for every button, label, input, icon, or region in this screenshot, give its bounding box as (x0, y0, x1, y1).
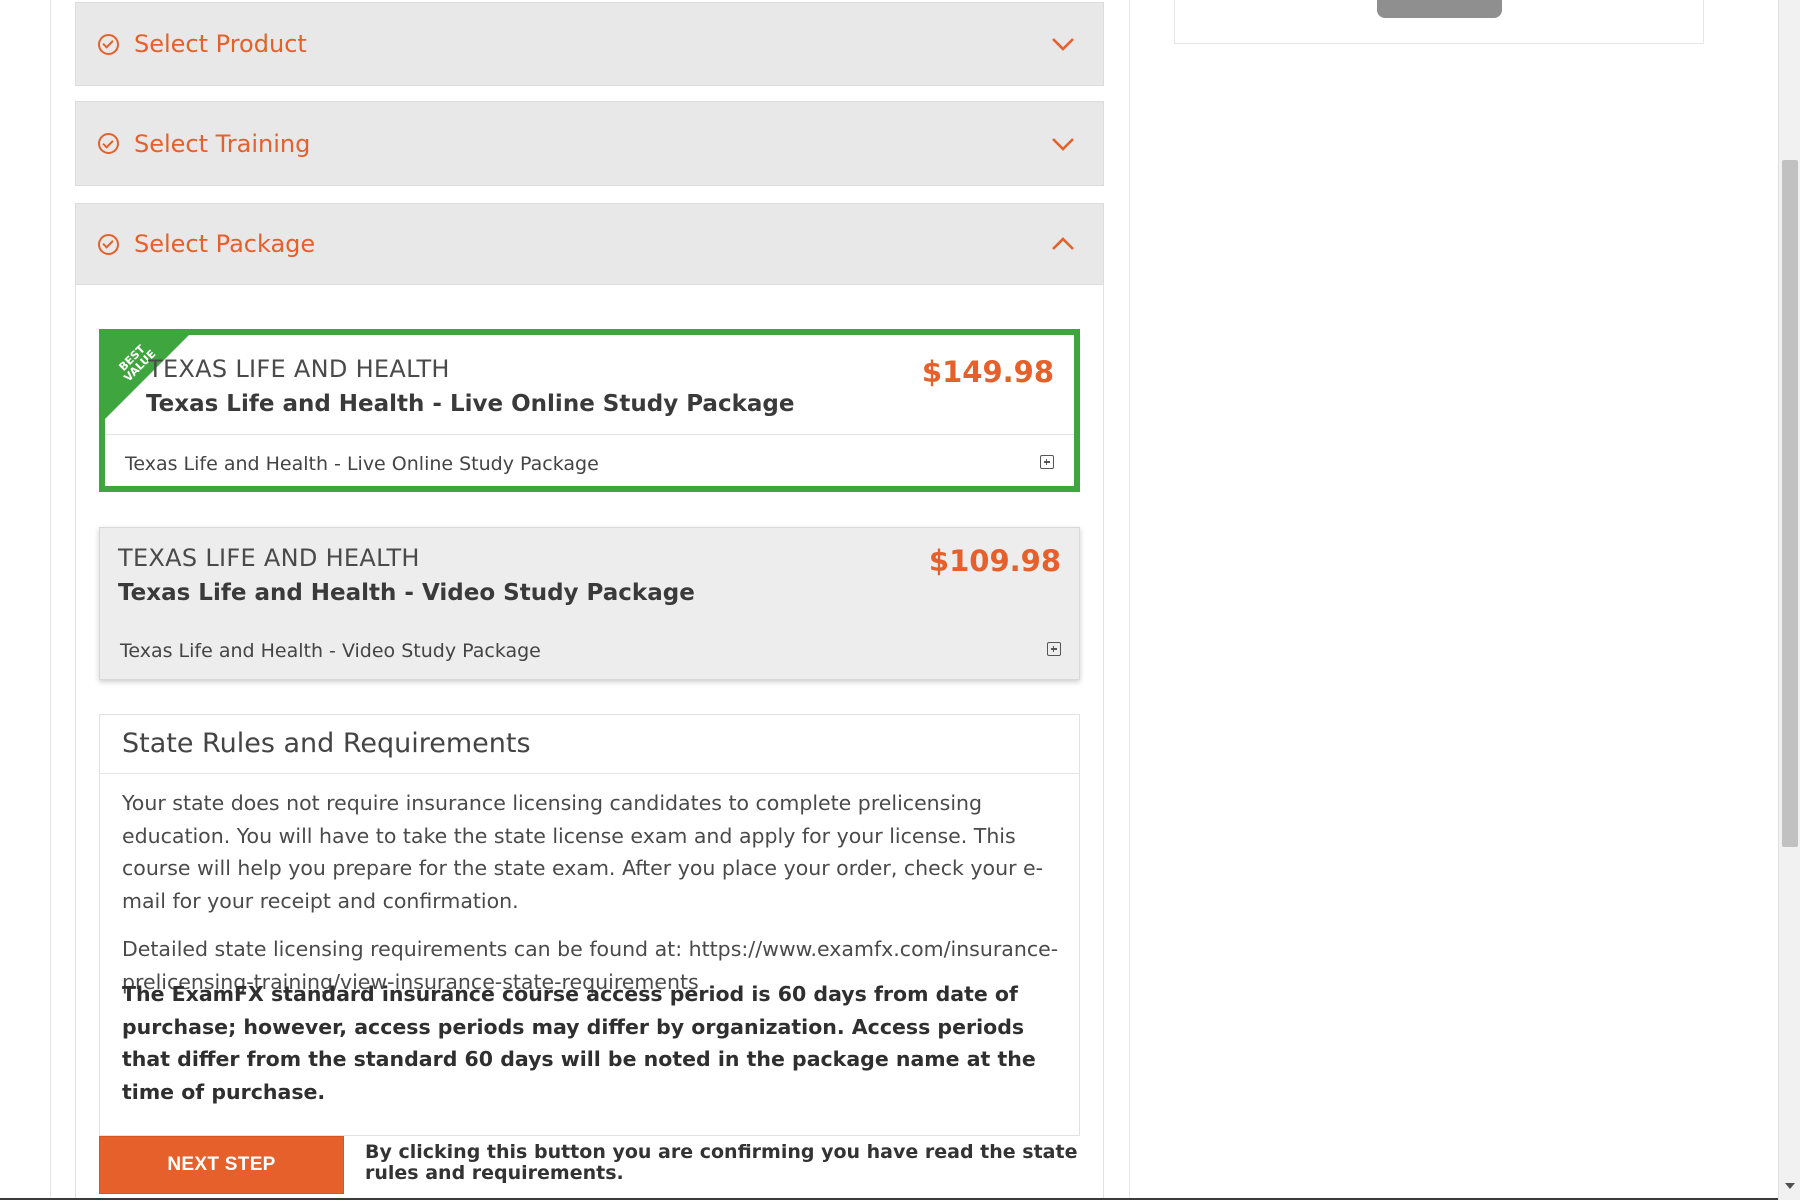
rules-title: State Rules and Requirements (122, 728, 531, 759)
package-state-label: TEXAS LIFE AND HEALTH (148, 355, 450, 383)
package-name: Texas Life and Health - Live Online Stud… (146, 391, 795, 417)
accordion-title: Select Training (134, 129, 311, 158)
chevron-down-icon[interactable] (1051, 136, 1075, 152)
accordion-select-product[interactable]: Select Product (75, 2, 1104, 86)
plus-square-icon[interactable] (1047, 642, 1061, 656)
accordion-select-training[interactable]: Select Training (75, 101, 1104, 186)
chevron-down-icon[interactable] (1051, 36, 1075, 52)
rules-access-period: The ExamFX standard insurance course acc… (122, 982, 1036, 1104)
accordion-title: Select Package (134, 230, 316, 258)
package-divider (105, 434, 1074, 435)
summary-action-button[interactable] (1377, 0, 1502, 18)
package-price: $149.98 (921, 355, 1054, 389)
accordion-title: Select Product (134, 30, 307, 58)
package-state-label: TEXAS LIFE AND HEALTH (118, 544, 420, 572)
next-step-button[interactable]: NEXT STEP (99, 1136, 344, 1194)
check-circle-icon (98, 233, 119, 255)
package-name: Texas Life and Health - Video Study Pack… (118, 580, 695, 606)
check-circle-icon (98, 33, 119, 55)
package-price: $109.98 (928, 544, 1061, 578)
scrollbar-thumb[interactable] (1782, 160, 1798, 847)
confirmation-text: By clicking this button you are confirmi… (365, 1141, 1078, 1184)
plus-square-icon[interactable] (1040, 455, 1054, 469)
check-circle-icon (98, 133, 119, 154)
state-rules-box: State Rules and Requirements Your state … (99, 714, 1080, 1136)
chevron-up-icon[interactable] (1051, 236, 1075, 252)
scroll-down-arrow-icon[interactable] (1785, 1183, 1795, 1189)
rules-paragraph: Your state does not require insurance li… (122, 791, 1044, 913)
vertical-scrollbar[interactable] (1778, 0, 1800, 1200)
package-card-live-online[interactable]: BEST VALUE TEXAS LIFE AND HEALTH Texas L… (99, 329, 1080, 492)
package-description: Texas Life and Health - Live Online Stud… (125, 453, 599, 475)
package-description: Texas Life and Health - Video Study Pack… (120, 640, 541, 662)
accordion-select-package[interactable]: Select Package (75, 203, 1104, 285)
rules-divider (100, 773, 1079, 774)
package-card-video[interactable]: TEXAS LIFE AND HEALTH Texas Life and Hea… (99, 527, 1080, 680)
